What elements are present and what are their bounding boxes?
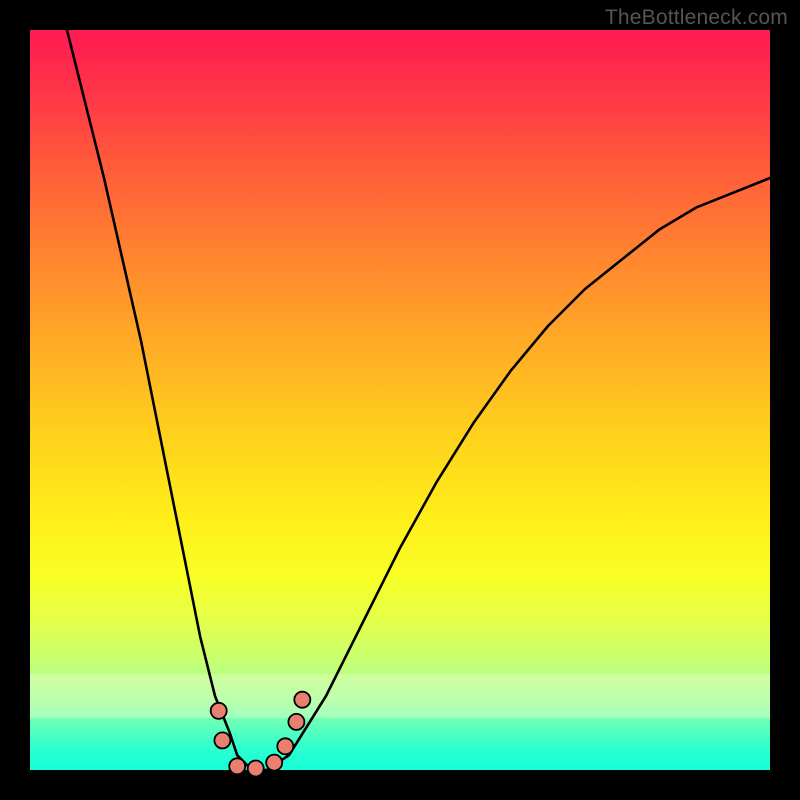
plot-svg	[30, 30, 770, 770]
watermark-text: TheBottleneck.com	[605, 6, 788, 30]
chart-frame: TheBottleneck.com	[0, 0, 800, 800]
plot-area	[30, 30, 770, 770]
